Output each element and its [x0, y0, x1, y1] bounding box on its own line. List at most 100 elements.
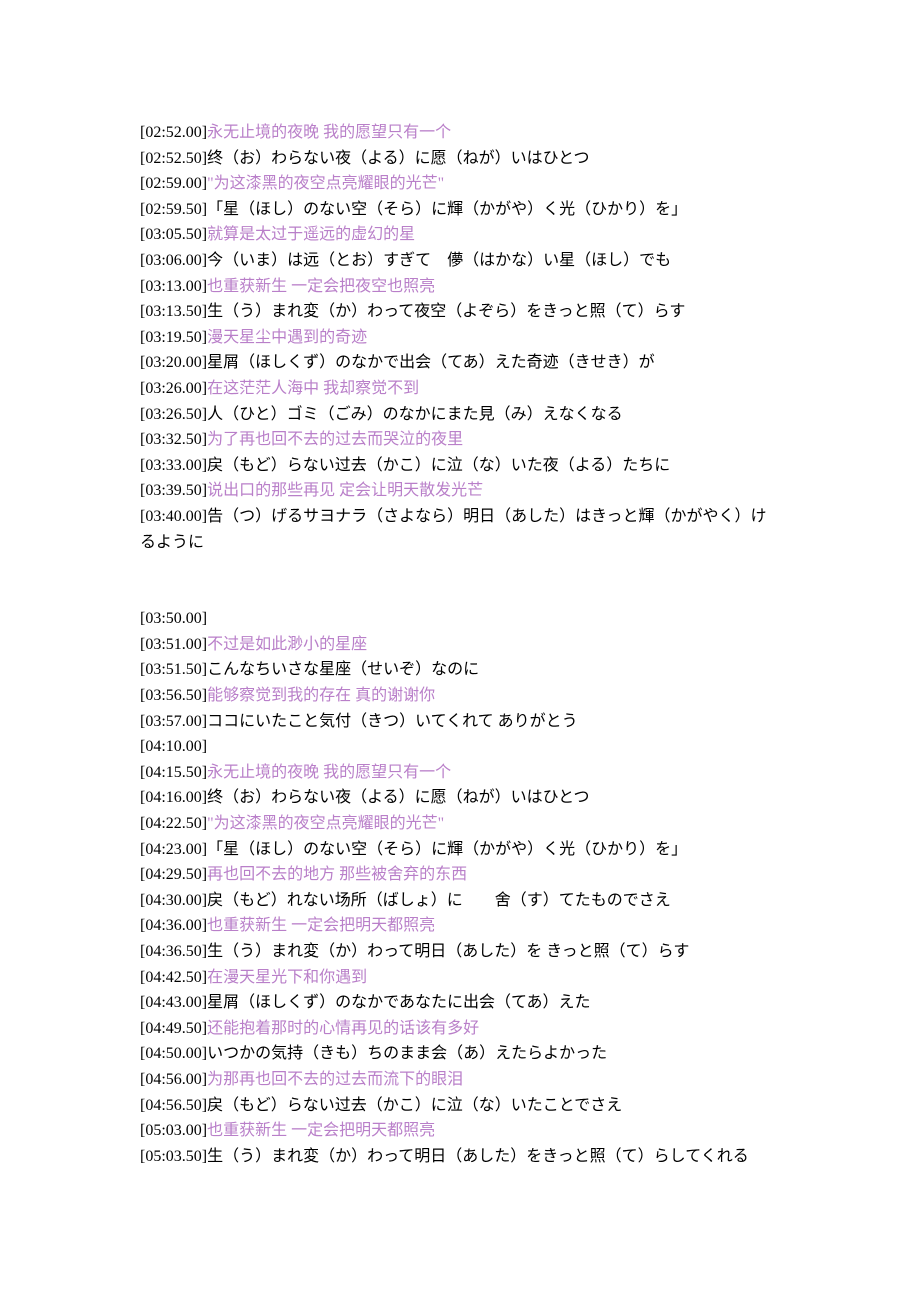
- lyric-text: 「星（ほし）のない空（そら）に輝（かがや）く光（ひかり）を」: [207, 201, 687, 218]
- translation-text: 也重获新生 一定会把明天都照亮: [207, 1122, 435, 1139]
- translation-text: "为这漆黑的夜空点亮耀眼的光芒": [207, 175, 444, 192]
- timestamp: [04:30.00]: [140, 892, 207, 909]
- lyric-text: 戻（もど）れない场所（ばしょ）に 舍（す）てたものでさえ: [207, 892, 671, 909]
- lyric-line: [03:06.00]今（いま）は远（とお）すぎて 儚（はかな）い星（ほし）でも: [140, 248, 780, 274]
- timestamp: [04:43.00]: [140, 994, 207, 1011]
- timestamp: [03:51.00]: [140, 636, 207, 653]
- lyric-line: [04:42.50]在漫天星光下和你遇到: [140, 965, 780, 991]
- lyric-line: [04:43.00]星屑（ほしくず）のなかであなたに出会（てあ）えた: [140, 990, 780, 1016]
- timestamp: [03:40.00]: [140, 508, 207, 525]
- timestamp: [03:26.00]: [140, 380, 207, 397]
- lyric-line: [03:56.50]能够察觉到我的存在 真的谢谢你: [140, 683, 780, 709]
- timestamp: [02:59.50]: [140, 201, 207, 218]
- timestamp: [04:16.00]: [140, 789, 207, 806]
- lyric-line: [04:15.50]永无止境的夜晚 我的愿望只有一个: [140, 760, 780, 786]
- lyric-line: [03:51.00]不过是如此渺小的星座: [140, 632, 780, 658]
- lyric-line: [03:33.00]戻（もど）らない过去（かこ）に泣（な）いた夜（よる）たちに: [140, 453, 780, 479]
- lyric-line: [03:50.00]: [140, 606, 780, 632]
- lyric-line: [04:22.50]"为这漆黑的夜空点亮耀眼的光芒": [140, 811, 780, 837]
- lyric-line: [02:59.00]"为这漆黑的夜空点亮耀眼的光芒": [140, 171, 780, 197]
- timestamp: [04:15.50]: [140, 764, 207, 781]
- lyric-text: 告（つ）げるサヨナラ（さよなら）明日（あした）はきっと輝（かがやく）けるように: [140, 508, 766, 551]
- lyric-text: 终（お）わらない夜（よる）に愿（ねが）いはひとつ: [207, 789, 589, 806]
- translation-text: 能够察觉到我的存在 真的谢谢你: [207, 687, 435, 704]
- blank-line: [140, 581, 780, 607]
- translation-text: 永无止境的夜晚 我的愿望只有一个: [207, 124, 451, 141]
- lyric-line: [04:16.00]终（お）わらない夜（よる）に愿（ねが）いはひとつ: [140, 785, 780, 811]
- lyric-line: [04:50.00]いつかの気持（きも）ちのまま会（あ）えたらよかった: [140, 1041, 780, 1067]
- timestamp: [04:36.00]: [140, 917, 207, 934]
- lyric-line: [03:13.00]也重获新生 一定会把夜空也照亮: [140, 274, 780, 300]
- translation-text: 也重获新生 一定会把明天都照亮: [207, 917, 435, 934]
- lyric-text: 「星（ほし）のない空（そら）に輝（かがや）く光（ひかり）を」: [207, 841, 687, 858]
- lyric-line: [04:23.00]「星（ほし）のない空（そら）に輝（かがや）く光（ひかり）を」: [140, 837, 780, 863]
- lyric-line: [03:26.00]在这茫茫人海中 我却察觉不到: [140, 376, 780, 402]
- blank-line: [140, 555, 780, 581]
- lyric-line: [04:49.50]还能抱着那时的心情再见的话该有多好: [140, 1016, 780, 1042]
- timestamp: [03:39.50]: [140, 482, 207, 499]
- lyric-text: ココにいたこと気付（きつ）いてくれて ありがとう: [207, 713, 578, 730]
- lyric-line: [03:13.50]生（う）まれ変（か）わって夜空（よぞら）をきっと照（て）らす: [140, 299, 780, 325]
- translation-text: 还能抱着那时的心情再见的话该有多好: [207, 1020, 479, 1037]
- timestamp: [04:23.00]: [140, 841, 207, 858]
- timestamp: [04:49.50]: [140, 1020, 207, 1037]
- translation-text: 再也回不去的地方 那些被舍弃的东西: [207, 866, 467, 883]
- lyric-line: [03:26.50]人（ひと）ゴミ（ごみ）のなかにまた見（み）えなくなる: [140, 402, 780, 428]
- lyric-line: [03:05.50]就算是太过于遥远的虚幻的星: [140, 222, 780, 248]
- timestamp: [03:06.00]: [140, 252, 207, 269]
- lyric-text: 终（お）わらない夜（よる）に愿（ねが）いはひとつ: [207, 150, 589, 167]
- lyric-line: [04:30.00]戻（もど）れない场所（ばしょ）に 舍（す）てたものでさえ: [140, 888, 780, 914]
- lyric-line: [03:20.00]星屑（ほしくず）のなかで出会（てあ）えた奇迹（きせき）が: [140, 350, 780, 376]
- timestamp: [03:32.50]: [140, 431, 207, 448]
- timestamp: [03:26.50]: [140, 406, 207, 423]
- timestamp: [03:13.50]: [140, 303, 207, 320]
- timestamp: [03:51.50]: [140, 661, 207, 678]
- lyric-line: [03:40.00]告（つ）げるサヨナラ（さよなら）明日（あした）はきっと輝（か…: [140, 504, 780, 555]
- timestamp: [03:13.00]: [140, 278, 207, 295]
- timestamp: [04:10.00]: [140, 738, 207, 755]
- translation-text: 为了再也回不去的过去而哭泣的夜里: [207, 431, 463, 448]
- lyric-line: [05:03.00]也重获新生 一定会把明天都照亮: [140, 1118, 780, 1144]
- timestamp: [02:59.00]: [140, 175, 207, 192]
- lyrics-block: [02:52.00]永无止境的夜晚 我的愿望只有一个[02:52.50]终（お）…: [140, 120, 780, 1169]
- lyric-line: [05:03.50]生（う）まれ変（か）わって明日（あした）をきっと照（て）らし…: [140, 1144, 780, 1170]
- timestamp: [04:42.50]: [140, 969, 207, 986]
- lyric-text: いつかの気持（きも）ちのまま会（あ）えたらよかった: [207, 1045, 607, 1062]
- lyric-line: [03:57.00]ココにいたこと気付（きつ）いてくれて ありがとう: [140, 709, 780, 735]
- timestamp: [05:03.00]: [140, 1122, 207, 1139]
- translation-text: 漫天星尘中遇到的奇迹: [207, 329, 367, 346]
- lyric-text: 生（う）まれ変（か）わって明日（あした）をきっと照（て）らしてくれる: [207, 1148, 749, 1165]
- lyric-text: 人（ひと）ゴミ（ごみ）のなかにまた見（み）えなくなる: [207, 406, 623, 423]
- lyric-text: 今（いま）は远（とお）すぎて 儚（はかな）い星（ほし）でも: [207, 252, 671, 269]
- timestamp: [04:22.50]: [140, 815, 207, 832]
- lyric-line: [04:36.00]也重获新生 一定会把明天都照亮: [140, 913, 780, 939]
- timestamp: [04:56.00]: [140, 1071, 207, 1088]
- lyric-text: こんなちいさな星座（せいぞ）なのに: [207, 661, 479, 678]
- timestamp: [04:36.50]: [140, 943, 207, 960]
- lyric-text: 生（う）まれ変（か）わって夜空（よぞら）をきっと照（て）らす: [207, 303, 685, 320]
- timestamp: [03:05.50]: [140, 226, 207, 243]
- translation-text: 永无止境的夜晚 我的愿望只有一个: [207, 764, 451, 781]
- lyric-line: [02:52.00]永无止境的夜晚 我的愿望只有一个: [140, 120, 780, 146]
- timestamp: [03:19.50]: [140, 329, 207, 346]
- timestamp: [03:20.00]: [140, 354, 207, 371]
- translation-text: 说出口的那些再见 定会让明天散发光芒: [207, 482, 483, 499]
- timestamp: [04:56.50]: [140, 1097, 207, 1114]
- lyric-line: [02:59.50]「星（ほし）のない空（そら）に輝（かがや）く光（ひかり）を」: [140, 197, 780, 223]
- lyric-line: [04:29.50]再也回不去的地方 那些被舍弃的东西: [140, 862, 780, 888]
- lyric-line: [03:19.50]漫天星尘中遇到的奇迹: [140, 325, 780, 351]
- timestamp: [03:50.00]: [140, 610, 207, 627]
- lyric-text: 生（う）まれ変（か）わって明日（あした）を きっと照（て）らす: [207, 943, 689, 960]
- translation-text: 就算是太过于遥远的虚幻的星: [207, 226, 415, 243]
- translation-text: 不过是如此渺小的星座: [207, 636, 367, 653]
- lyric-text: 星屑（ほしくず）のなかで出会（てあ）えた奇迹（きせき）が: [207, 354, 655, 371]
- translation-text: 在漫天星光下和你遇到: [207, 969, 367, 986]
- lyric-line: [02:52.50]终（お）わらない夜（よる）に愿（ねが）いはひとつ: [140, 146, 780, 172]
- timestamp: [02:52.00]: [140, 124, 207, 141]
- lyric-text: 戻（もど）らない过去（かこ）に泣（な）いた夜（よる）たちに: [207, 457, 670, 474]
- lyric-line: [03:39.50]说出口的那些再见 定会让明天散发光芒: [140, 478, 780, 504]
- timestamp: [03:56.50]: [140, 687, 207, 704]
- lyric-text: 星屑（ほしくず）のなかであなたに出会（てあ）えた: [207, 994, 590, 1011]
- timestamp: [05:03.50]: [140, 1148, 207, 1165]
- timestamp: [04:29.50]: [140, 866, 207, 883]
